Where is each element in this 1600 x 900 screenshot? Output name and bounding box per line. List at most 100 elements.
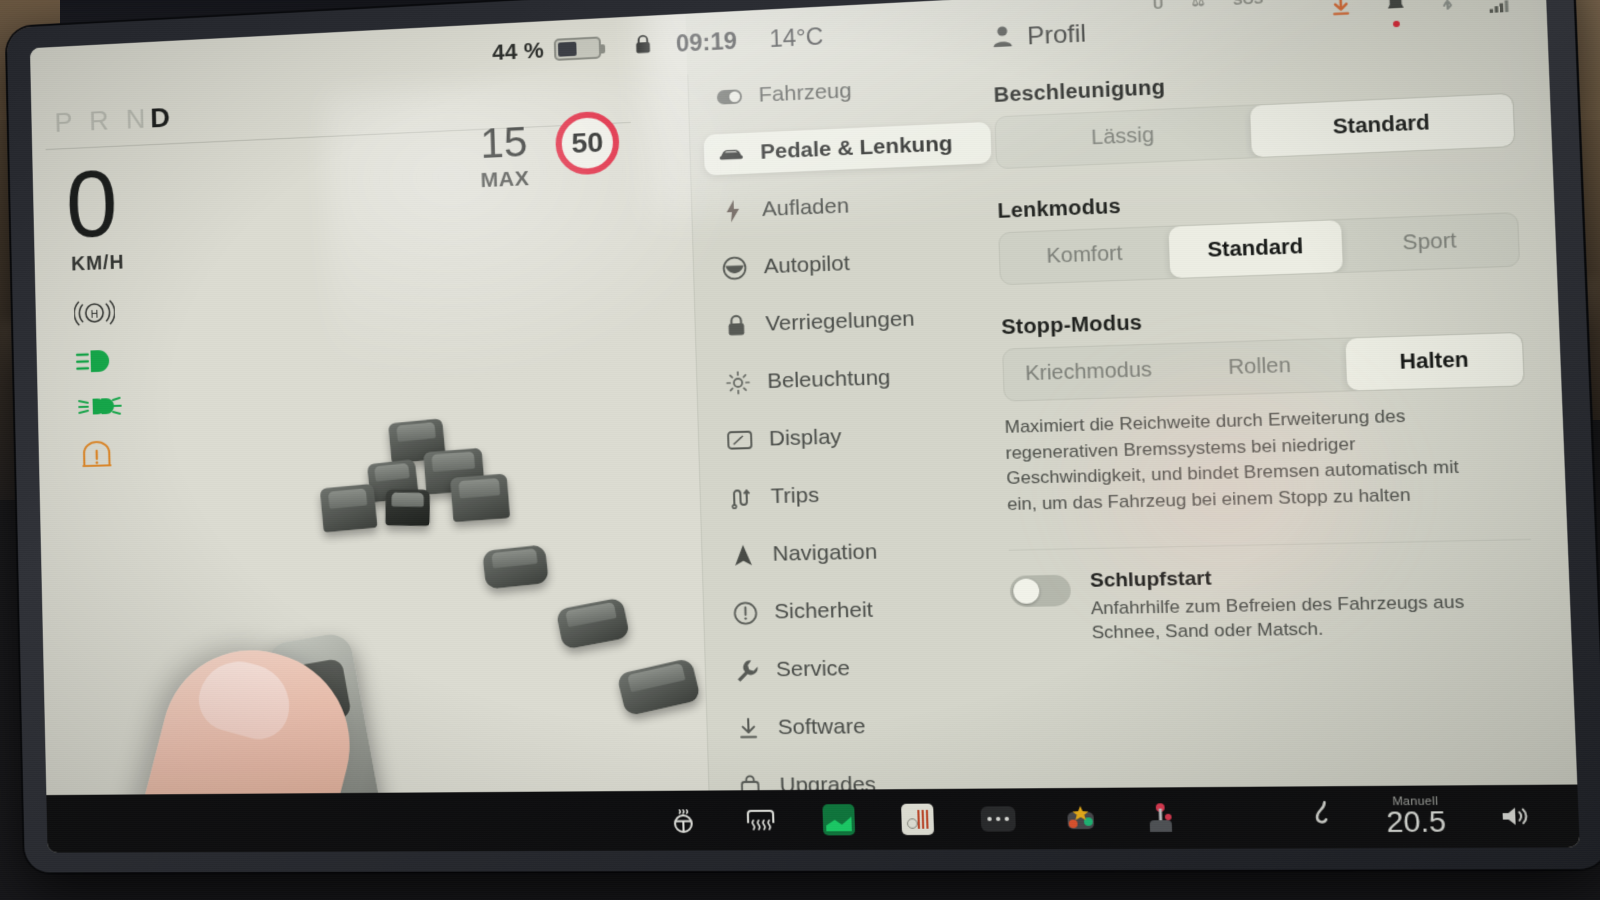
sidebar-item-verriegelungen[interactable]: Verriegelungen: [709, 296, 998, 347]
sidebar-item-label: Beleuchtung: [766, 365, 891, 394]
surrounding-vehicle: [385, 489, 430, 527]
arcade-games-icon[interactable]: [1063, 805, 1099, 833]
lock-icon[interactable]: [634, 34, 651, 60]
dock-left-group: [667, 802, 1175, 836]
sidebar-item-label: Aufladen: [761, 193, 850, 222]
stop-mode-option-kriechmodus[interactable]: Kriechmodus: [1003, 344, 1174, 400]
steering-segmented-control[interactable]: Komfort Standard Sport: [998, 212, 1521, 286]
bluetooth-icon[interactable]: [1439, 0, 1456, 18]
set-speed-value: 15: [479, 117, 529, 168]
pedals-steering-settings: Beschleunigung Lässig Standard Lenkmodus…: [993, 60, 1534, 647]
slip-start-title: Schlupfstart: [1089, 567, 1212, 592]
notification-dot: [1392, 20, 1400, 27]
stop-mode-segmented-control[interactable]: Kriechmodus Rollen Halten: [1002, 331, 1525, 402]
stop-mode-option-halten[interactable]: Halten: [1345, 332, 1524, 391]
sidebar-item-label: Autopilot: [763, 251, 851, 279]
battery-percent-label: 44 %: [491, 37, 545, 66]
heated-steering-wheel-icon[interactable]: [667, 805, 699, 836]
lightning-bolt-icon: [720, 198, 746, 224]
sidebar-item-aufladen[interactable]: Aufladen: [705, 180, 993, 233]
sidebar-item-label: Pedale & Lenkung: [759, 131, 953, 164]
sidebar-item-navigation[interactable]: Navigation: [715, 529, 1005, 576]
dot: [1004, 816, 1010, 822]
wrench-icon: [734, 658, 760, 683]
touchscreen-bezel: P R ND 0 KM/H H 15 MAX 50 Profil Fahrzeu…: [6, 0, 1600, 873]
steering-mode-setting: Lenkmodus Komfort Standard Sport: [997, 179, 1521, 286]
dock-icon-row: Manuell 20.5: [46, 785, 1579, 853]
climate-temp-value: 20.5: [1385, 805, 1447, 838]
surrounding-vehicle: [616, 657, 702, 717]
gear-indicator: P R ND: [54, 102, 175, 139]
climate-temperature[interactable]: Manuell 20.5: [1385, 795, 1447, 839]
low-beam-headlight-icon: [75, 347, 118, 381]
sidebar-item-fahrzeug[interactable]: Fahrzeug: [702, 64, 990, 119]
settings-menu: Fahrzeug Pedale & Lenkung Aufladen Autop…: [687, 63, 1028, 823]
lock-icon: [723, 313, 749, 338]
battery-fill: [557, 41, 578, 57]
steering-option-komfort[interactable]: Komfort: [999, 227, 1170, 284]
more-apps-icon[interactable]: [980, 806, 1016, 832]
screen-icon: [727, 428, 753, 453]
set-speed-label: MAX: [480, 166, 530, 193]
surrounding-vehicle: [481, 544, 550, 590]
touchscreen-display: P R ND 0 KM/H H 15 MAX 50 Profil Fahrzeu…: [29, 0, 1580, 853]
surrounding-vehicle: [319, 483, 378, 533]
sidebar-item-pedale-lenkung[interactable]: Pedale & Lenkung: [703, 121, 992, 176]
sidebar-item-display[interactable]: Display: [712, 412, 1001, 461]
sidebar-item-service[interactable]: Service: [719, 646, 1009, 692]
sidebar-item-autopilot[interactable]: Autopilot: [707, 238, 995, 290]
media-app-icon[interactable]: [822, 804, 856, 836]
toggle-switch-icon: [716, 84, 743, 110]
rear-defroster-icon[interactable]: [744, 805, 776, 836]
slip-start-toggle[interactable]: [1009, 574, 1072, 607]
sidebar-item-beleuchtung[interactable]: Beleuchtung: [710, 354, 999, 404]
battery-indicator[interactable]: 44 %: [491, 34, 602, 66]
gear-d-active: D: [149, 101, 176, 134]
toggle-knob: [1012, 577, 1040, 604]
sidebar-item-label: Navigation: [772, 539, 878, 566]
surrounding-vehicle: [555, 597, 631, 650]
steering-wheel-icon: [722, 255, 748, 280]
slip-start-setting: Schlupfstart Anfahrhilfe zum Befreien de…: [1009, 561, 1534, 647]
sidebar-item-software[interactable]: Software: [721, 705, 1011, 750]
sidebar-item-sicherheit[interactable]: Sicherheit: [717, 587, 1007, 633]
radio-app-icon[interactable]: [901, 803, 935, 836]
sidebar-item-label: Verriegelungen: [765, 306, 916, 336]
joystick-icon[interactable]: [1146, 803, 1176, 833]
steering-option-sport[interactable]: Sport: [1341, 213, 1519, 272]
sidebar-item-label: Display: [768, 424, 842, 451]
autopilot-visualization: [38, 400, 708, 853]
gear-prn: P R N: [54, 102, 151, 138]
hold-brake-icon: H: [74, 297, 115, 333]
status-icons-right: LTE: [1329, 0, 1513, 27]
acceleration-option-standard[interactable]: Standard: [1250, 93, 1515, 158]
settings-rule: [1008, 538, 1531, 551]
download-icon: [736, 716, 762, 741]
lte-signal-icon: LTE: [1489, 0, 1513, 13]
sidebar-item-label: Trips: [770, 483, 820, 509]
notification-bell-icon[interactable]: [1385, 0, 1406, 27]
fan-icon[interactable]: [1311, 800, 1335, 834]
steering-option-standard[interactable]: Standard: [1168, 220, 1343, 279]
dot: [987, 816, 992, 822]
car-icon: [718, 141, 744, 167]
autopilot-set-speed: 15 MAX: [479, 117, 530, 194]
sidebar-item-label: Fahrzeug: [758, 78, 852, 107]
instrument-cluster-panel: P R ND 0 KM/H H 15 MAX 50: [29, 13, 709, 853]
photo-of-tesla-touchscreen: P R ND 0 KM/H H 15 MAX 50 Profil Fahrzeu…: [0, 0, 1600, 900]
stop-mode-option-rollen[interactable]: Rollen: [1173, 339, 1348, 396]
sidebar-item-label: Service: [775, 656, 851, 682]
acceleration-option-laessig[interactable]: Lässig: [995, 106, 1251, 168]
clock-label[interactable]: 09:19: [676, 27, 738, 57]
stop-mode-description: Maximiert die Reichweite durch Erweiteru…: [1004, 405, 1460, 515]
dot: [995, 816, 1001, 822]
fingernail: [192, 652, 299, 747]
stop-mode-setting: Stopp-Modus Kriechmodus Rollen Halten Ma…: [1001, 299, 1530, 518]
volume-icon[interactable]: [1498, 800, 1534, 833]
download-icon[interactable]: [1329, 0, 1352, 23]
speed-limit-sign: 50: [554, 110, 620, 176]
sidebar-item-trips[interactable]: Trips: [714, 470, 1003, 518]
svg-text:H: H: [91, 309, 99, 321]
surrounding-vehicle: [450, 473, 511, 523]
speed-unit-label: KM/H: [70, 251, 125, 276]
